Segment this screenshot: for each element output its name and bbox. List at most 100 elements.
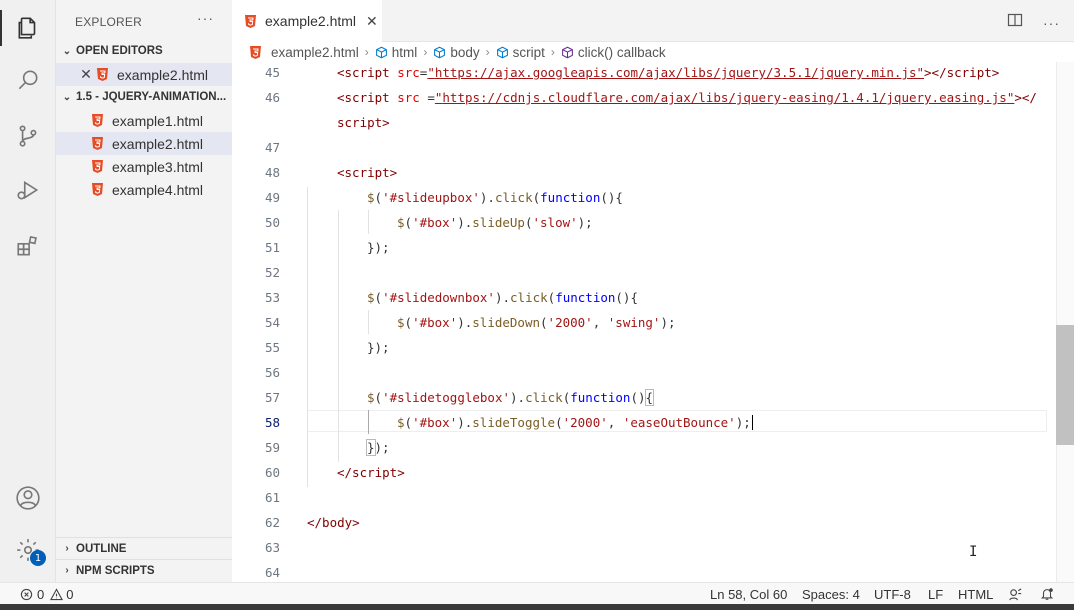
code-line-58: $('#box').slideToggle('2000', 'easeOutBo… [397, 415, 753, 430]
element-cube-icon [433, 46, 446, 59]
file-item[interactable]: example2.html [56, 132, 232, 155]
notifications-bell-icon[interactable] [1040, 587, 1054, 601]
breadcrumb-html[interactable]: html [375, 44, 418, 60]
html-file-icon [244, 14, 257, 28]
script-src-1[interactable]: https://ajax.googleapis.com/ajax/libs/jq… [435, 65, 917, 80]
video-overlay-strip [0, 604, 1074, 610]
method-cube-icon [561, 46, 574, 59]
feedback-icon[interactable] [1008, 587, 1023, 602]
breadcrumb-file-label: example2.html [271, 44, 359, 60]
script-src-2[interactable]: https://cdnjs.cloudflare.com/ajax/libs/j… [442, 90, 1006, 105]
breadcrumb-body[interactable]: body [433, 45, 480, 60]
code-line-55: }); [367, 340, 390, 355]
accounts-icon[interactable] [0, 474, 56, 522]
extensions-icon[interactable] [0, 222, 56, 270]
chevron-right-icon: › [65, 543, 69, 554]
breadcrumb-html-label: html [391, 44, 418, 60]
open-editor-filename: example2.html [117, 66, 209, 83]
end-of-line[interactable]: LF [928, 587, 943, 602]
folder-header[interactable]: ⌄ 1.5 - JQUERY-ANIMATION... [56, 86, 232, 108]
breadcrumb-separator: › [550, 45, 555, 59]
more-actions-icon[interactable]: ··· [1043, 15, 1060, 31]
line-number: 47 [264, 140, 280, 155]
line-number: 59 [264, 440, 280, 455]
npm-scripts-header[interactable]: › NPM SCRIPTS [56, 559, 232, 581]
html-file-icon [250, 45, 261, 59]
explorer-sidebar: EXPLORER ··· ⌄ OPEN EDITORS ✕ example2.h… [56, 0, 232, 582]
selector-string: '#box' [412, 415, 458, 430]
code-line-50: $('#box').slideUp('slow'); [397, 215, 593, 230]
element-cube-icon [375, 46, 388, 59]
code-line-59: }); [366, 439, 390, 456]
arg-string: 'slow' [532, 215, 578, 230]
breadcrumb: example2.html › html › body › script › c… [232, 42, 1074, 62]
tab-example2[interactable]: example2.html ✕ [232, 0, 382, 42]
code-line-57: $('#slidetogglebox').click(function(){ [367, 389, 654, 406]
code-editor[interactable]: 45 46 47 48 49 50 51 52 53 54 55 56 57 5… [232, 62, 1074, 582]
open-editor-item[interactable]: ✕ example2.html [56, 63, 232, 86]
language-mode[interactable]: HTML [958, 587, 993, 602]
code-line-51: }); [367, 240, 390, 255]
open-editors-header[interactable]: ⌄ OPEN EDITORS [56, 40, 232, 62]
chevron-down-icon: ⌄ [62, 45, 72, 57]
arg-string: '2000' [562, 415, 608, 430]
file-name: example1.html [112, 112, 204, 129]
arg-string: '2000' [547, 315, 593, 330]
code-line-62: </body> [307, 515, 360, 530]
folder-label: 1.5 - JQUERY-ANIMATION... [76, 91, 227, 103]
code-line-48: <script> [337, 165, 398, 180]
indent-guide-active [368, 410, 369, 434]
close-icon[interactable]: ✕ [76, 66, 96, 83]
code-line-46-wrap: script> [337, 115, 390, 130]
status-bar: 0 0 Ln 58, Col 60 Spaces: 4 UTF-8 LF HTM… [0, 582, 1074, 604]
editor-scrollbar-thumb[interactable] [1056, 325, 1074, 445]
selector-string: '#slidedownbox' [382, 290, 495, 305]
close-tab-icon[interactable]: ✕ [366, 13, 378, 30]
line-number: 46 [264, 90, 280, 105]
breadcrumb-callback-label: click() callback [577, 44, 666, 60]
file-item[interactable]: example1.html [56, 109, 232, 132]
indentation[interactable]: Spaces: 4 [802, 587, 860, 602]
open-editors-label: OPEN EDITORS [76, 45, 163, 57]
cursor-position[interactable]: Ln 58, Col 60 [710, 587, 787, 602]
split-editor-icon[interactable] [1007, 12, 1023, 33]
arg-string: 'swing' [607, 315, 661, 330]
chevron-right-icon: › [65, 565, 69, 576]
indent-guide [368, 310, 369, 334]
outline-header[interactable]: › OUTLINE [56, 537, 232, 559]
line-number: 48 [264, 165, 280, 180]
file-item[interactable]: example3.html [56, 155, 232, 178]
breadcrumb-script[interactable]: script [496, 45, 545, 60]
code-line-45: <script src="https://ajax.googleapis.com… [337, 65, 1000, 80]
search-icon[interactable] [0, 56, 56, 104]
breadcrumb-separator: › [485, 45, 490, 59]
line-number: 45 [264, 65, 280, 80]
line-number: 54 [264, 315, 280, 330]
source-control-icon[interactable] [0, 112, 56, 160]
breadcrumb-file[interactable]: example2.html [250, 45, 359, 60]
code-line-54: $('#box').slideDown('2000', 'swing'); [397, 315, 676, 330]
problems-indicator[interactable]: 0 0 [20, 587, 73, 602]
warning-count: 0 [66, 587, 74, 602]
file-item[interactable]: example4.html [56, 178, 232, 201]
line-number: 57 [264, 390, 280, 405]
error-icon [20, 588, 33, 601]
line-number: 62 [264, 515, 280, 530]
more-actions-icon[interactable]: ··· [197, 10, 214, 26]
file-name: example4.html [112, 181, 204, 198]
run-debug-icon[interactable] [0, 166, 56, 214]
npm-scripts-label: NPM SCRIPTS [76, 564, 155, 577]
warning-icon [50, 588, 64, 601]
line-number: 50 [264, 215, 280, 230]
breadcrumb-callback[interactable]: click() callback [561, 45, 666, 60]
element-cube-icon [496, 46, 509, 59]
manage-gear-icon[interactable]: 1 [0, 526, 56, 574]
encoding[interactable]: UTF-8 [874, 587, 911, 602]
line-number: 64 [264, 565, 280, 580]
editor-scrollbar[interactable] [1056, 62, 1074, 582]
html-file-icon [96, 68, 109, 81]
indent-guide [307, 187, 308, 487]
mouse-ibeam-cursor: I [969, 544, 978, 560]
line-number: 56 [264, 365, 280, 380]
files-icon[interactable] [0, 4, 56, 52]
